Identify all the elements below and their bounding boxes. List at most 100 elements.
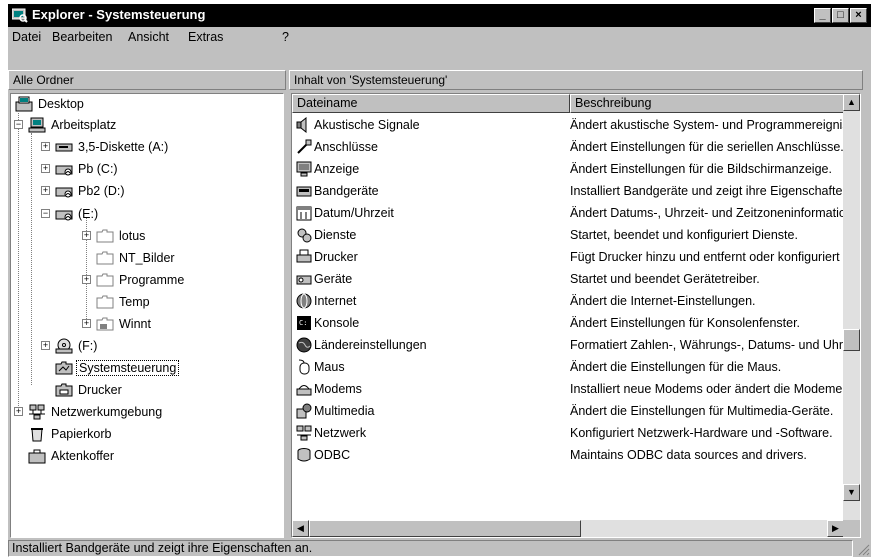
item-description: Ändert akustische System- und Programmer… [570,118,844,132]
left-pane-header: Alle Ordner [8,70,286,90]
resize-grip-icon[interactable] [856,542,870,556]
list-item[interactable]: Datum/Uhrzeit Ändert Datums-, Uhrzeit- u… [292,202,844,224]
folder-icon [96,229,114,243]
printer-icon [296,249,312,265]
list-item[interactable]: Netzwerk Konfiguriert Netzwerk-Hardware … [292,422,844,444]
menu-ansicht[interactable]: Ansicht [128,30,169,44]
list-item[interactable]: Geräte Startet und beendet Gerätetreiber… [292,268,844,290]
item-name: Internet [314,294,357,308]
expand-toggle[interactable]: + [14,407,23,416]
item-name: Datum/Uhrzeit [314,206,394,220]
item-description: Startet und beendet Gerätetreiber. [570,272,760,286]
list-item[interactable]: C: Konsole Ändert Einstellungen für Kons… [292,312,844,334]
item-description: Fügt Drucker hinzu und entfernt oder kon… [570,250,844,264]
column-header-description[interactable]: Beschreibung [570,94,844,113]
list-item[interactable]: Anschlüsse Ändert Einstellungen für die … [292,136,844,158]
collapse-toggle[interactable]: − [41,209,50,218]
list-item[interactable]: Maus Ändert die Einstellungen für die Ma… [292,356,844,378]
item-name: Bandgeräte [314,184,379,198]
tree-item-label: Temp [119,295,150,309]
scroll-thumb[interactable] [309,520,581,537]
item-name: Ländereinstellungen [314,338,427,352]
list-item[interactable]: Dienste Startet, beendet und konfigurier… [292,224,844,246]
tree-item-label: Drucker [78,383,122,397]
list-item[interactable]: Bandgeräte Installiert Bandgeräte und ze… [292,180,844,202]
item-description: Startet, beendet und konfiguriert Dienst… [570,228,798,242]
minimize-button[interactable]: _ [814,8,831,23]
item-name: Akustische Signale [314,118,420,132]
expand-toggle[interactable]: + [82,275,91,284]
printer-folder-icon [55,383,73,397]
folder-tree[interactable]: Desktop − Arbeitsplatz + 3,5-Diskette (A… [10,93,284,538]
modem-icon [296,381,312,397]
close-button[interactable]: × [850,8,867,23]
item-description: Maintains ODBC data sources and drivers. [570,448,807,462]
list-item[interactable]: Multimedia Ändert die Einstellungen für … [292,400,844,422]
regional-settings-icon [296,337,312,353]
status-text: Installiert Bandgeräte und zeigt ihre Ei… [8,540,853,557]
scroll-thumb[interactable] [843,329,860,351]
list-item[interactable]: Ländereinstellungen Formatiert Zahlen-, … [292,334,844,356]
briefcase-icon [28,449,46,464]
menu-datei[interactable]: Datei [12,30,41,44]
network-icon [296,425,312,441]
list-item[interactable]: Drucker Fügt Drucker hinzu und entfernt … [292,246,844,268]
menu-help[interactable]: ? [282,30,289,44]
horizontal-scrollbar[interactable]: ◀ ▶ [292,520,844,537]
list-item[interactable]: Modems Installiert neue Modems oder ände… [292,378,844,400]
desktop-icon [15,96,33,112]
list-item[interactable]: Akustische Signale Ändert akustische Sys… [292,114,844,136]
list-item[interactable]: Internet Ändert die Internet-Einstellung… [292,290,844,312]
floppy-drive-icon [55,143,73,152]
item-name: Dienste [314,228,357,242]
computer-icon [28,117,46,133]
tree-item-label: lotus [119,229,146,243]
scroll-up-arrow-icon[interactable]: ▲ [843,94,860,111]
title-bar[interactable]: Explorer - Systemsteuerung _ □ × [8,4,871,27]
vertical-scrollbar[interactable]: ▲ ▼ [843,94,860,520]
expand-toggle[interactable]: + [41,164,50,173]
menu-bar: Datei Bearbeiten Ansicht Extras ? [8,27,871,47]
tree-item-label: 3,5-Diskette (A:) [78,140,169,154]
tree-item-label: (E:) [78,207,99,221]
expand-toggle[interactable]: + [41,186,50,195]
item-name: Geräte [314,272,353,286]
column-header-name[interactable]: Dateiname [292,94,570,113]
tree-item-label-selected: Systemsteuerung [76,360,180,376]
console-icon: C: [296,315,312,331]
services-icon [296,227,312,243]
tree-item-label: Winnt [119,317,151,331]
item-name: Modems [314,382,362,396]
hard-drive-icon [55,187,73,198]
scroll-down-arrow-icon[interactable]: ▼ [843,484,860,501]
collapse-toggle[interactable]: − [14,120,23,129]
file-list[interactable]: Dateiname Beschreibung Akustische Signal… [291,93,861,538]
hard-drive-icon [55,165,73,176]
tree-item-label: Pb2 (D:) [78,184,125,198]
menu-bearbeiten[interactable]: Bearbeiten [52,30,112,44]
item-description: Ändert Einstellungen für die seriellen A… [570,140,844,154]
internet-icon [296,293,312,309]
tree-item-label: Papierkorb [51,427,112,441]
list-item[interactable]: ODBC Maintains ODBC data sources and dri… [292,444,844,466]
recycle-bin-icon [31,428,43,442]
item-description: Ändert Einstellungen für Konsolenfenster… [570,316,801,330]
expand-toggle[interactable]: + [82,231,91,240]
scroll-right-arrow-icon[interactable]: ▶ [827,520,844,537]
item-name: Multimedia [314,404,375,418]
item-name: Anschlüsse [314,140,378,154]
expand-toggle[interactable]: + [41,341,50,350]
folder-icon [96,317,114,331]
list-item[interactable]: Anzeige Ändert Einstellungen für die Bil… [292,158,844,180]
explorer-window: Explorer - Systemsteuerung _ □ × Datei B… [8,4,871,557]
tree-item-label: Programme [119,273,185,287]
maximize-button[interactable]: □ [832,8,849,23]
expand-toggle[interactable]: + [41,142,50,151]
mouse-icon [296,359,312,375]
menu-extras[interactable]: Extras [188,30,223,44]
scroll-left-arrow-icon[interactable]: ◀ [292,520,309,537]
expand-toggle[interactable]: + [82,319,91,328]
devices-icon [296,271,312,287]
item-description: Formatiert Zahlen-, Währungs-, Datums- u… [570,338,844,352]
item-description: Ändert Einstellungen für die Bildschirma… [570,162,832,176]
